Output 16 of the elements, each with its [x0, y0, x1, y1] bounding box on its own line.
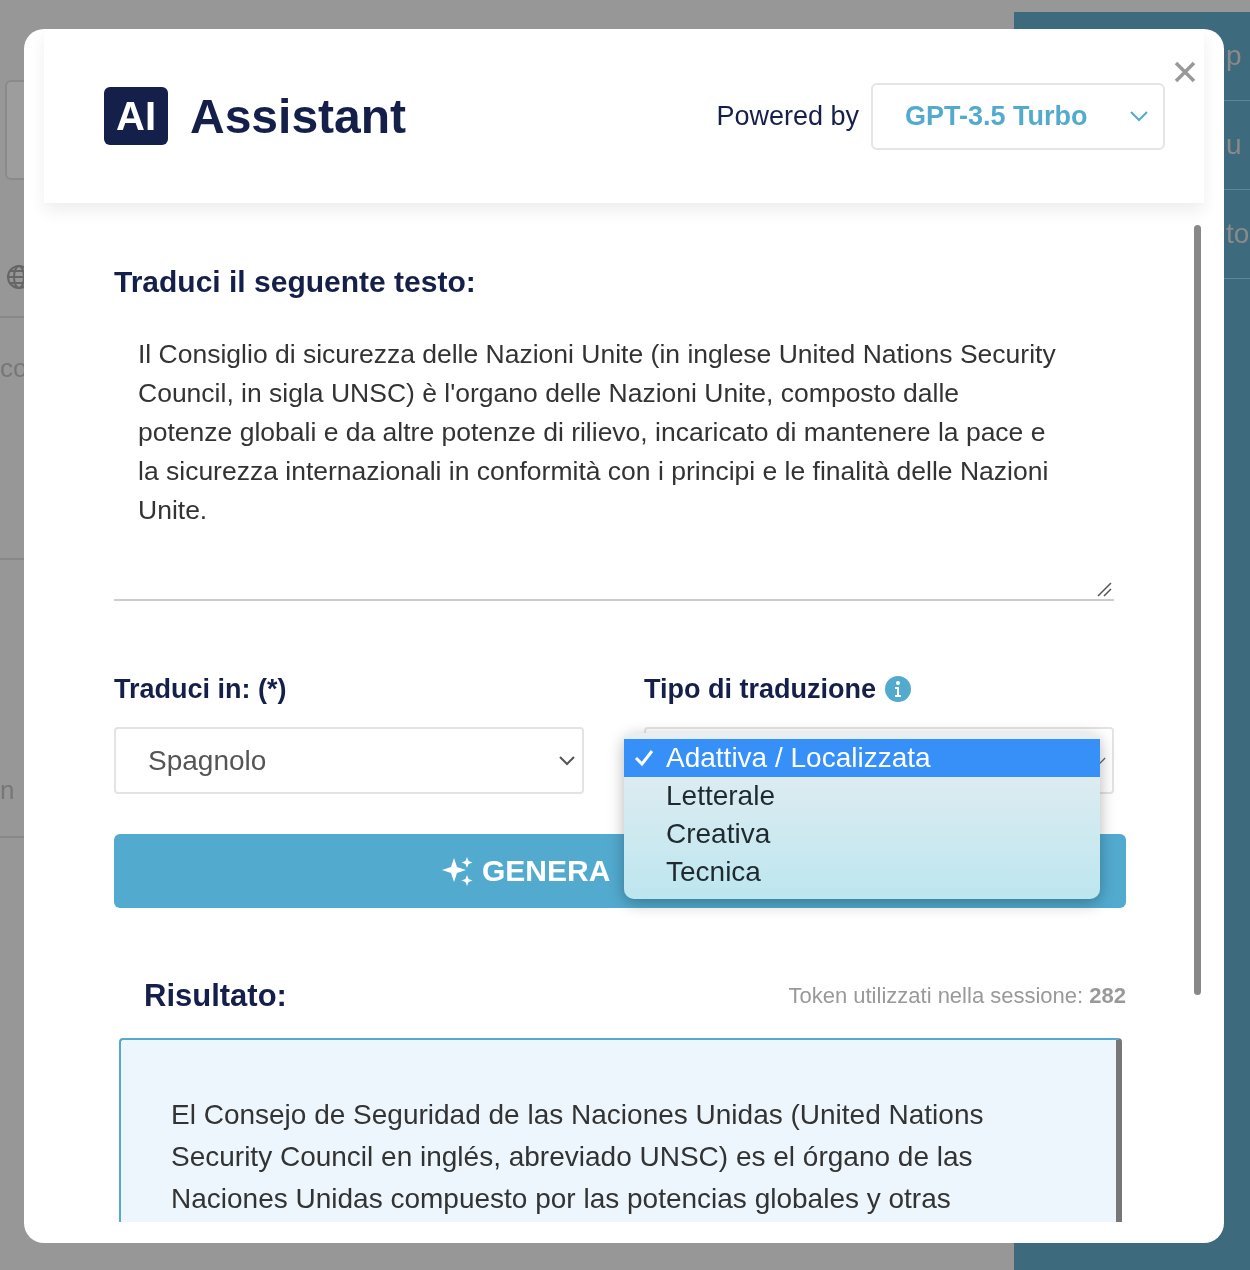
powered-by-label: Powered by [716, 100, 859, 132]
token-count: Token utilizzati nella sessione: 282 [788, 983, 1126, 1009]
modal-title: Assistant [190, 88, 407, 144]
result-text: El Consejo de Seguridad de las Naciones Unidas (United Nations Security Council en inglés, abreviado UNSC) es el órgano de las Naciones Unidas compuesto por las potencias globales y otras [119, 1038, 1122, 1222]
result-label: Risultato: [144, 978, 287, 1014]
ai-logo: AI [104, 87, 168, 145]
source-text-field[interactable]: Il Consiglio di sicurezza delle Nazioni Unite (in inglese United Nations Security Council, in sigla UNSC) è l'organo delle Nazioni Unite, composto dalle potenze globali e da altre potenze di rilievo, incaricato di mantenere la pace e la sicurezza internazionali in conformità con i principi e le finalità delle Nazioni Unite. [114, 323, 1114, 601]
background-text: p [1226, 40, 1242, 72]
dropdown-option[interactable]: Letterale [624, 777, 1100, 815]
background-text: u [1226, 129, 1242, 161]
translation-type-label: Tipo di traduzione [644, 673, 876, 705]
background-text: to [1226, 218, 1250, 250]
target-language-label: Traduci in: (*) [114, 673, 287, 705]
language-select[interactable]: Spagnolo [114, 727, 584, 794]
dropdown-option[interactable]: Tecnica [624, 853, 1100, 891]
source-label: Traduci il seguente testo: [114, 265, 477, 299]
